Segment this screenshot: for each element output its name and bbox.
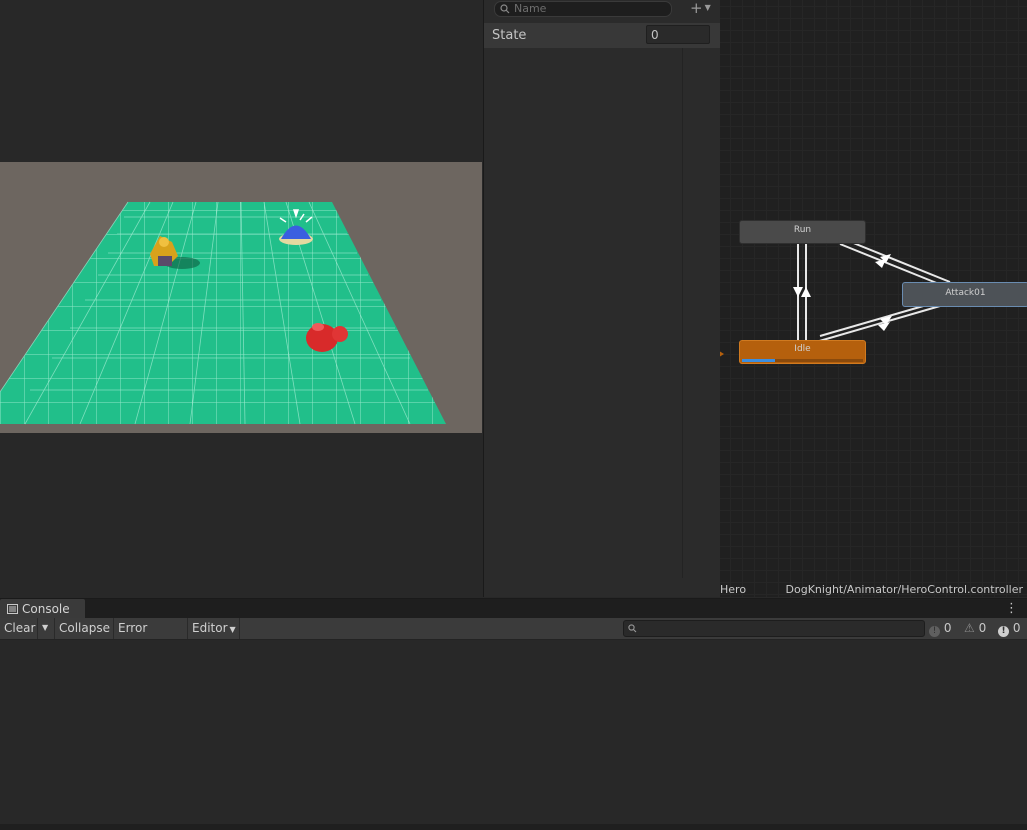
animator-graph[interactable]: Run Attack01 Idle Hero DogKnight/Animato… bbox=[720, 0, 1027, 597]
search-icon bbox=[500, 4, 510, 14]
error-count-toggle[interactable]: ! 0 bbox=[998, 618, 1020, 639]
info-icon: ! bbox=[929, 626, 940, 637]
graph-layer-name: Hero bbox=[720, 583, 747, 596]
plus-icon: + bbox=[690, 0, 703, 17]
game-scene bbox=[0, 201, 446, 425]
state-idle-label: Idle bbox=[794, 344, 811, 354]
state-attack01[interactable]: Attack01 bbox=[902, 282, 1027, 307]
panel-divider bbox=[682, 48, 683, 578]
console-log-area[interactable] bbox=[0, 640, 1027, 824]
dropdown-arrow-icon: ▼ bbox=[229, 625, 236, 634]
game-view[interactable] bbox=[0, 0, 482, 597]
status-bar bbox=[0, 824, 1027, 830]
info-count: 0 bbox=[943, 621, 952, 635]
kebab-menu-icon[interactable]: ⋮ bbox=[1005, 601, 1018, 616]
dropdown-arrow-icon: ▼ bbox=[704, 3, 711, 12]
warning-icon: ⚠ bbox=[964, 621, 975, 635]
state-attack01-label: Attack01 bbox=[945, 288, 986, 298]
console-icon bbox=[7, 604, 18, 614]
clear-button[interactable]: Clear bbox=[0, 618, 38, 639]
parameter-search-input[interactable]: Name bbox=[494, 1, 672, 17]
entry-transition-arrowhead bbox=[720, 351, 724, 357]
parameter-name: State bbox=[492, 28, 527, 43]
search-placeholder: Name bbox=[514, 2, 547, 15]
collapse-toggle[interactable]: Collapse bbox=[55, 618, 114, 639]
parameter-value-field[interactable]: 0 bbox=[646, 25, 710, 44]
transition-idle-attack bbox=[815, 305, 941, 343]
parameters-panel: Name + ▼ State 0 bbox=[483, 0, 720, 597]
idle-progress-fill bbox=[742, 359, 775, 362]
add-parameter-button[interactable]: + ▼ bbox=[690, 0, 716, 16]
parameter-row[interactable]: State 0 bbox=[484, 23, 720, 48]
error-pause-toggle[interactable]: Error Pause bbox=[114, 618, 188, 655]
clear-options-dropdown[interactable]: ▼ bbox=[38, 618, 55, 639]
state-run[interactable]: Run bbox=[739, 220, 866, 244]
collapse-label: Collapse bbox=[59, 621, 110, 635]
clear-label: Clear bbox=[4, 621, 36, 635]
console-tab-label: Console bbox=[22, 602, 70, 616]
error-count: 0 bbox=[1012, 621, 1021, 635]
console-tab-bar: Console ⋮ bbox=[0, 598, 1027, 619]
error-icon: ! bbox=[998, 626, 1009, 637]
floor-plane bbox=[0, 202, 446, 424]
warning-count: 0 bbox=[978, 621, 987, 635]
dropdown-arrow-icon: ▼ bbox=[42, 623, 49, 632]
warning-count-toggle[interactable]: ⚠ 0 bbox=[964, 618, 986, 639]
console-search-input[interactable] bbox=[623, 620, 925, 637]
search-icon bbox=[628, 624, 637, 633]
game-render[interactable] bbox=[0, 162, 482, 433]
tab-console[interactable]: Console bbox=[0, 599, 85, 619]
state-idle[interactable]: Idle bbox=[739, 340, 866, 364]
editor-label: Editor bbox=[192, 621, 228, 635]
console-toolbar: Clear ▼ Collapse Error Pause Editor▼ ! 0… bbox=[0, 618, 1027, 655]
editor-dropdown[interactable]: Editor ▼ bbox=[188, 618, 240, 639]
state-run-label: Run bbox=[793, 225, 812, 235]
transition-run-attack bbox=[839, 243, 945, 287]
info-count-toggle[interactable]: ! 0 bbox=[929, 618, 951, 639]
transition-attack-run bbox=[845, 239, 951, 283]
idle-progress-bar bbox=[742, 359, 863, 362]
controller-path: DogKnight/Animator/HeroControl.controlle… bbox=[785, 583, 1023, 596]
